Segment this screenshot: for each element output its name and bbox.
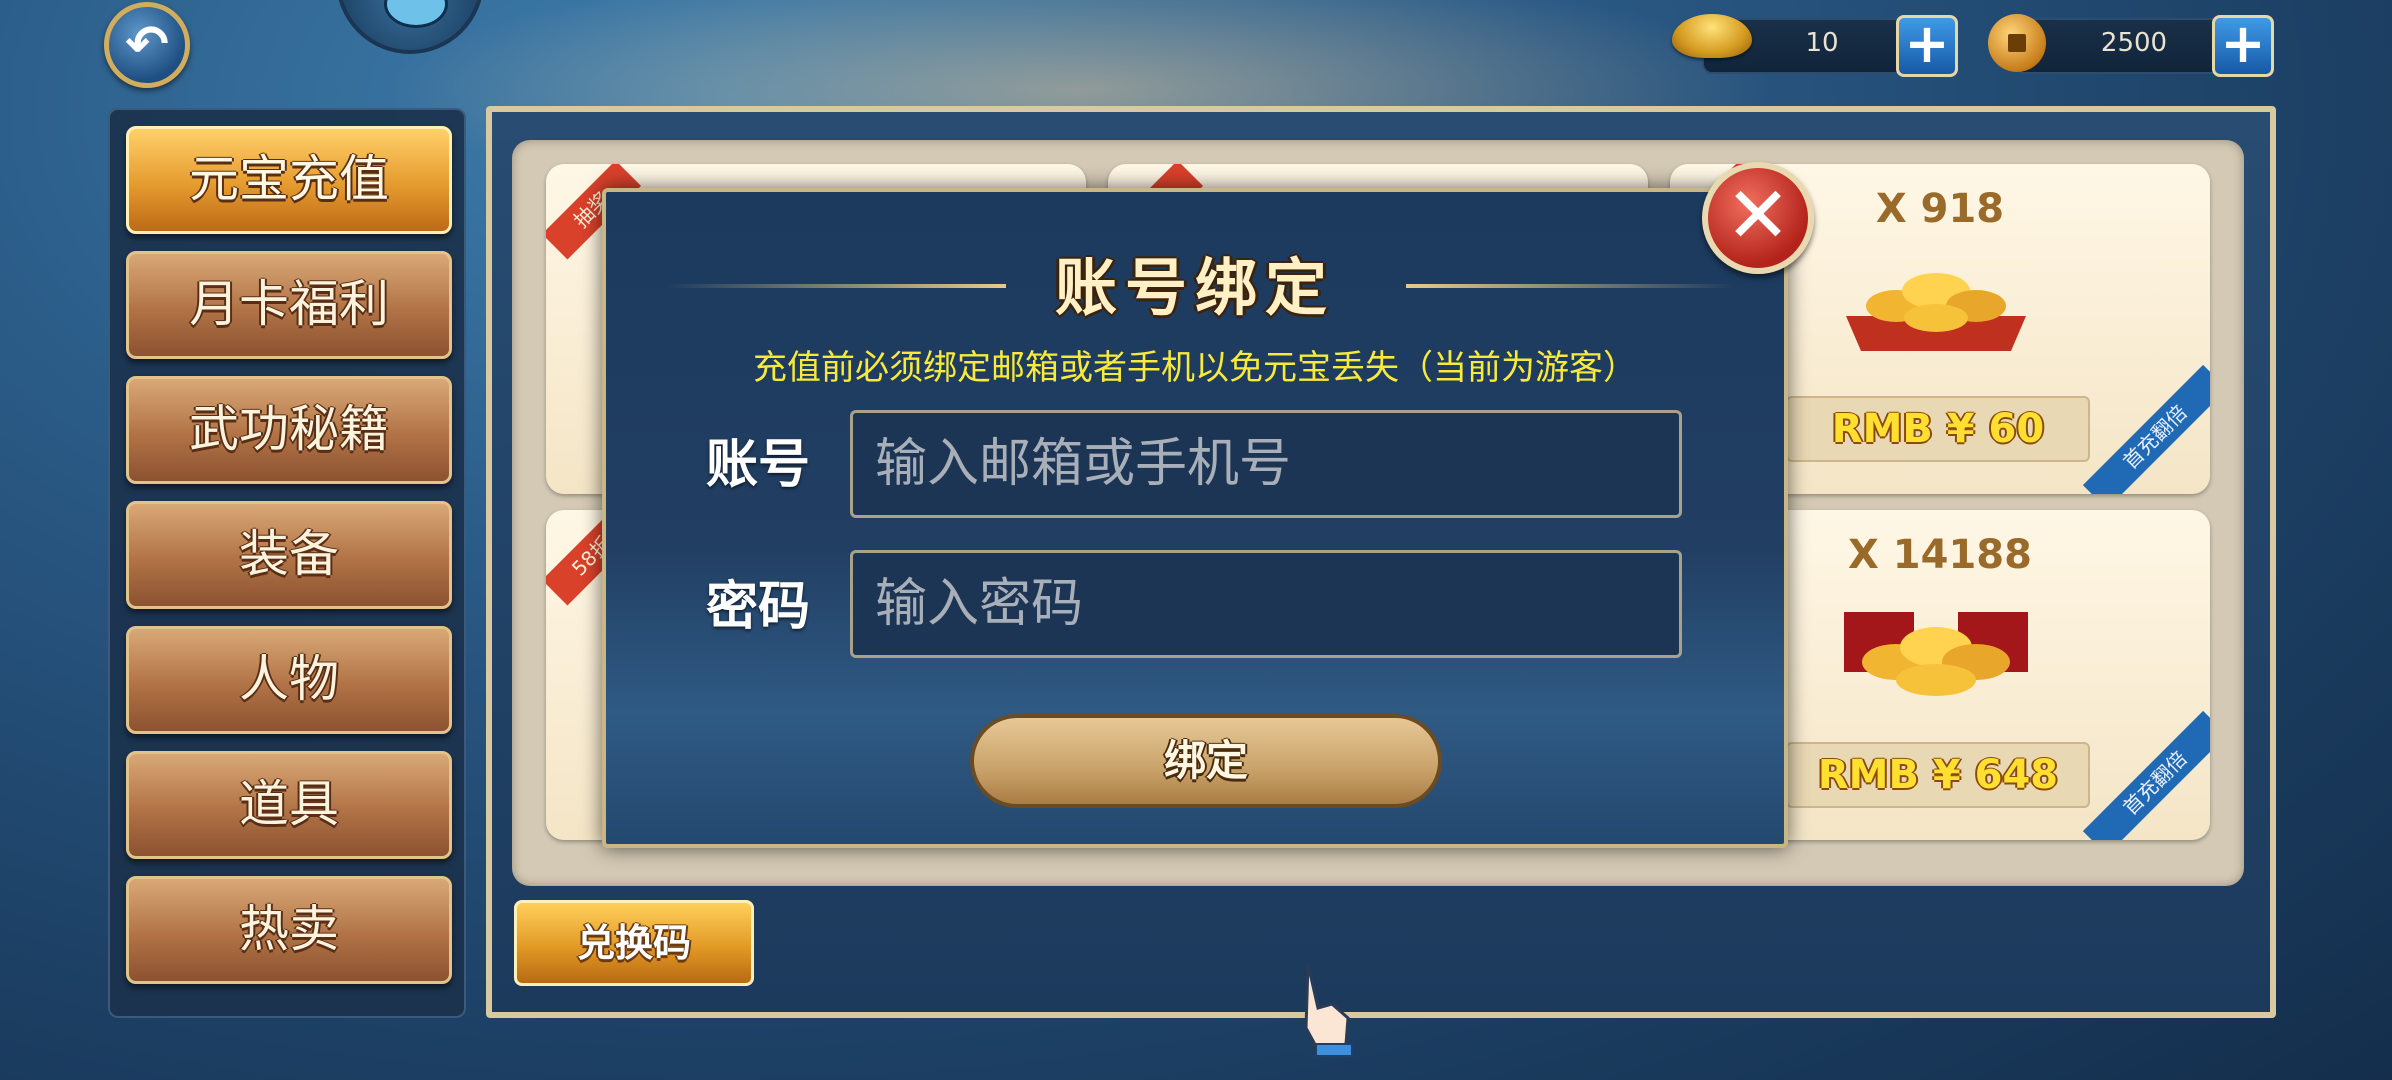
binding-warning: 充值前必须绑定邮箱或者手机以免元宝丢失（当前为游客） (753, 348, 1637, 388)
price-label: RMB ¥ 60 (1786, 396, 2090, 462)
close-icon: ✕ (1725, 171, 1791, 261)
sidebar-item-equipment[interactable]: 装备 (126, 501, 452, 609)
sidebar-item-hot-sale[interactable]: 热卖 (126, 876, 452, 984)
undo-arrow-icon: ↶ (125, 15, 169, 75)
sidebar-item-ingot-recharge[interactable]: 元宝充值 (126, 126, 452, 234)
sidebar-item-items[interactable]: 道具 (126, 751, 452, 859)
gold-ingot-icon (1672, 14, 1752, 58)
bind-button[interactable]: 绑定 (970, 714, 1442, 808)
copper-coin-icon (1988, 14, 2046, 72)
account-binding-dialog: 账号绑定 充值前必须绑定邮箱或者手机以免元宝丢失（当前为游客） 账号 输入邮箱或… (602, 188, 1788, 848)
first-charge-double-badge: 首充翻倍 (2082, 710, 2210, 840)
dialog-title: 账号绑定 (1054, 251, 1335, 324)
password-input[interactable]: 输入密码 (850, 550, 1682, 658)
redeem-code-button[interactable]: 兑换码 (514, 900, 754, 986)
sidebar-item-monthly-card[interactable]: 月卡福利 (126, 251, 452, 359)
add-gold-ingot-button[interactable]: + (1896, 15, 1958, 77)
account-input[interactable]: 输入邮箱或手机号 (850, 410, 1682, 518)
add-copper-coin-button[interactable]: + (2212, 15, 2274, 77)
back-button[interactable]: ↶ (104, 2, 190, 88)
account-label: 账号 (706, 435, 811, 495)
sidebar-item-martial-arts[interactable]: 武功秘籍 (126, 376, 452, 484)
price-label: RMB ¥ 648 (1786, 742, 2090, 808)
sidebar-item-characters[interactable]: 人物 (126, 626, 452, 734)
close-dialog-button[interactable]: ✕ (1702, 162, 1814, 274)
pointing-hand-icon (1304, 963, 1353, 1057)
first-charge-double-badge: 首充翻倍 (2082, 364, 2210, 494)
password-label: 密码 (706, 577, 811, 637)
ingot-tray-icon (1846, 273, 2026, 351)
treasure-chest-icon (1844, 612, 2028, 696)
category-sidebar: 元宝充值 月卡福利 武功秘籍 装备 人物 道具 热卖 (108, 108, 466, 1018)
bird-mascot-icon (384, 0, 448, 28)
